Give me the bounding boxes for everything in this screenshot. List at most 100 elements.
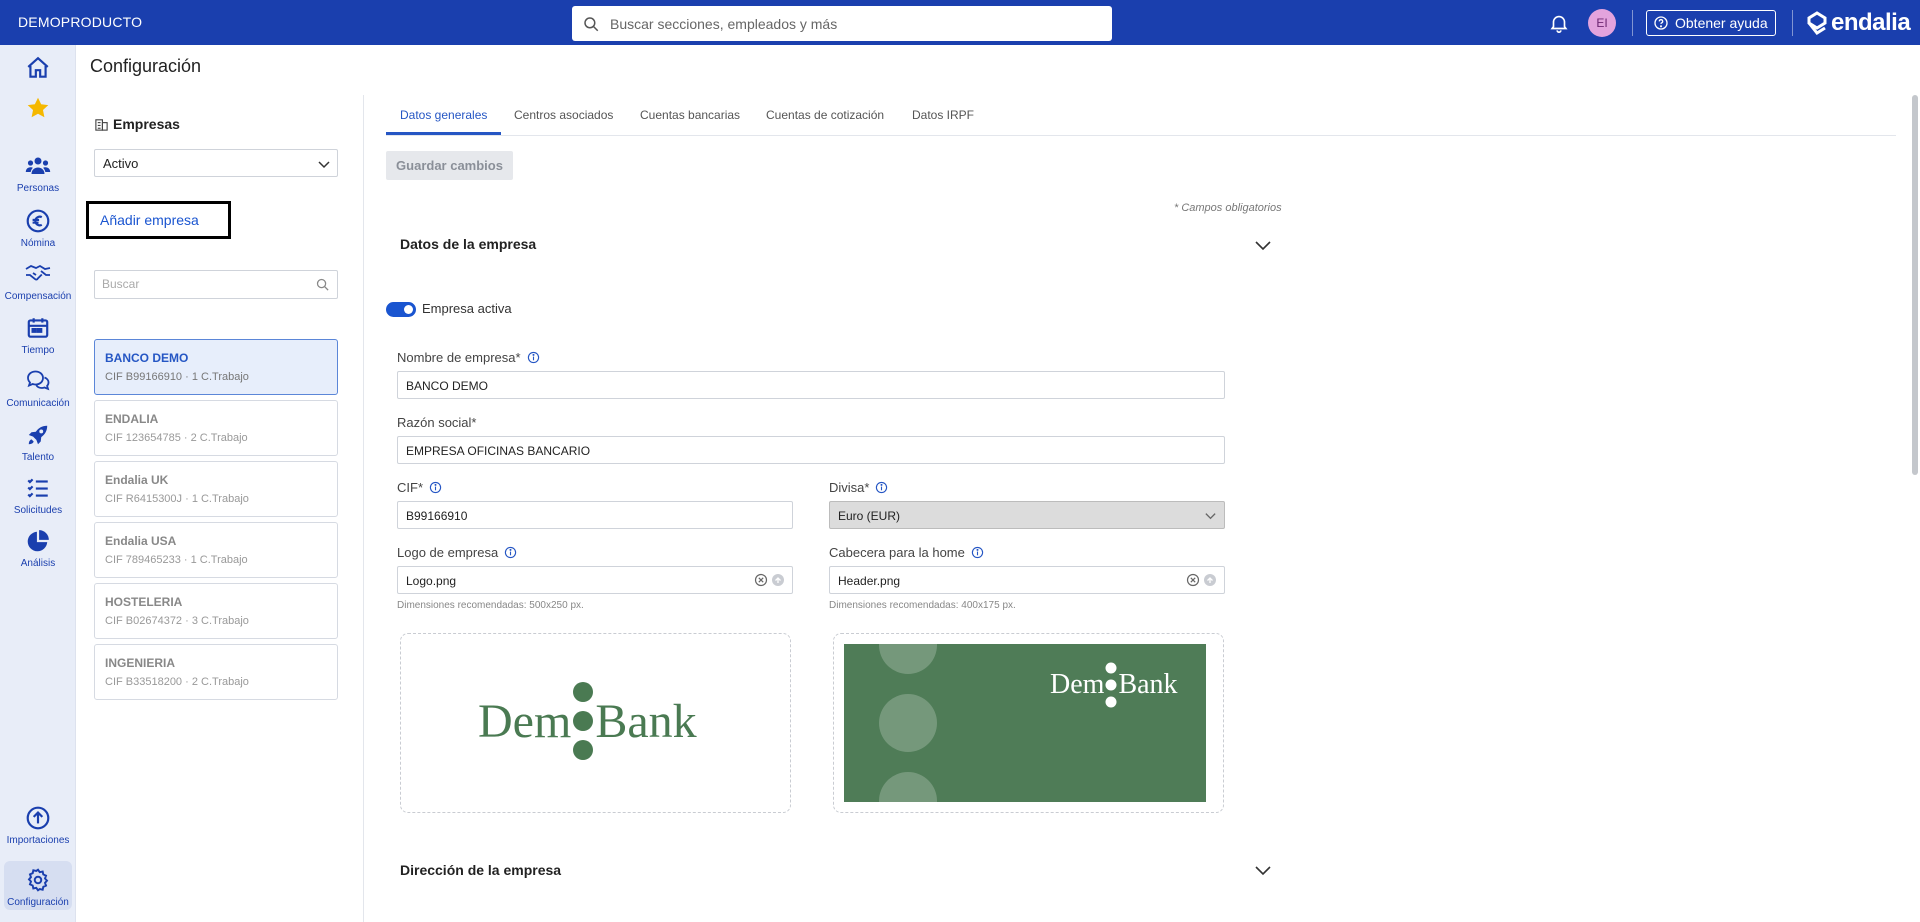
required-fields-note: * Campos obligatorios <box>1174 202 1282 214</box>
company-card[interactable]: HOSTELERIA CIF B02674372 · 3 C.Trabajo <box>94 583 338 639</box>
company-name[interactable]: DEMOPRODUCTO <box>18 14 142 30</box>
info-icon[interactable] <box>504 546 517 559</box>
add-company-button[interactable]: Añadir empresa <box>86 201 231 239</box>
header-file-field[interactable]: Header.png <box>829 566 1225 594</box>
upload-icon <box>26 806 50 830</box>
social-name-field[interactable]: EMPRESA OFICINAS BANCARIO <box>397 436 1225 464</box>
cif-field[interactable]: B99166910 <box>397 501 793 529</box>
header-logo-dots <box>1105 662 1117 708</box>
company-name-field[interactable]: BANCO DEMO <box>397 371 1225 399</box>
user-avatar[interactable]: EI <box>1588 9 1616 37</box>
global-search[interactable] <box>572 6 1112 41</box>
active-tab-indicator <box>386 132 501 135</box>
clear-icon[interactable] <box>754 573 768 587</box>
rail-compensacion[interactable]: Compensación <box>0 261 76 302</box>
chevron-down-icon[interactable] <box>1254 861 1272 879</box>
rail-comunicacion[interactable]: Comunicación <box>0 368 76 409</box>
bank-logo-dots <box>573 682 594 760</box>
rail-favorites[interactable] <box>0 95 76 121</box>
company-card[interactable]: Endalia USA CIF 789465233 · 1 C.Trabajo <box>94 522 338 578</box>
upload-icon[interactable] <box>771 573 785 587</box>
tab-datos-irpf[interactable]: Datos IRPF <box>912 108 974 122</box>
scrollbar[interactable] <box>1912 95 1918 475</box>
logo-file-field[interactable]: Logo.png <box>397 566 793 594</box>
handshake-icon <box>25 264 51 281</box>
company-search-input[interactable] <box>95 271 295 297</box>
section-title-address[interactable]: Dirección de la empresa <box>400 862 561 878</box>
rail-label: Talento <box>21 452 55 463</box>
rail-label: Personas <box>16 183 60 194</box>
header-preview: Dem Bank <box>833 633 1224 813</box>
divider <box>1792 10 1793 36</box>
rail-analisis[interactable]: Análisis <box>0 528 76 569</box>
companies-heading: Empresas <box>94 116 180 132</box>
rail-label: Solicitudes <box>13 505 63 516</box>
bank-logo-image: Dem Bank <box>478 682 697 760</box>
company-card-info: CIF 789465233 · 1 C.Trabajo <box>105 554 248 566</box>
upload-icon[interactable] <box>1203 573 1217 587</box>
company-card[interactable]: INGENIERIA CIF B33518200 · 2 C.Trabajo <box>94 644 338 700</box>
info-icon[interactable] <box>971 546 984 559</box>
chat-icon <box>27 370 50 391</box>
company-card-info: CIF B33518200 · 2 C.Trabajo <box>105 676 249 688</box>
social-name-label-text: Razón social* <box>397 415 477 430</box>
rail-solicitudes[interactable]: Solicitudes <box>0 475 76 516</box>
status-filter-select[interactable]: Activo <box>94 149 338 177</box>
rail-home[interactable] <box>0 55 76 81</box>
rail-label: Configuración <box>7 897 69 908</box>
rail-importaciones[interactable]: Importaciones <box>0 805 76 846</box>
active-toggle-label: Empresa activa <box>422 301 512 316</box>
rail-label: Comunicación <box>6 398 70 409</box>
decorative-circle <box>879 694 937 752</box>
tab-cuentas-bancarias[interactable]: Cuentas bancarias <box>640 108 740 122</box>
help-label: Obtener ayuda <box>1675 15 1768 31</box>
endalia-logo[interactable]: endalia <box>1806 8 1911 38</box>
company-card[interactable]: BANCO DEMO CIF B99166910 · 1 C.Trabajo <box>94 339 338 395</box>
save-button[interactable]: Guardar cambios <box>386 151 513 180</box>
rail-label: Nómina <box>20 238 56 249</box>
currency-select[interactable]: Euro (EUR) <box>829 501 1225 529</box>
company-search[interactable] <box>94 270 338 299</box>
home-icon <box>27 56 49 78</box>
chevron-down-icon <box>318 161 330 169</box>
logo-label: Logo de empresa <box>397 545 517 560</box>
rail-label: Compensación <box>4 291 72 302</box>
global-search-input[interactable] <box>610 15 1090 32</box>
company-name-label-text: Nombre de empresa* <box>397 350 521 365</box>
rail-talento[interactable]: Talento <box>0 422 76 463</box>
logo-file-name: Logo.png <box>406 574 457 588</box>
header-file-name: Header.png <box>838 574 901 588</box>
info-icon[interactable] <box>429 481 442 494</box>
tab-datos-generales[interactable]: Datos generales <box>400 108 487 122</box>
header-label-text: Cabecera para la home <box>829 545 965 560</box>
company-card[interactable]: ENDALIA CIF 123654785 · 2 C.Trabajo <box>94 400 338 456</box>
rail-nomina[interactable]: Nómina <box>0 208 76 249</box>
decorative-circle <box>879 644 937 674</box>
header-hint: Dimensiones recomendadas: 400x175 px. <box>829 600 1016 611</box>
calendar-icon <box>27 318 49 338</box>
rail-tiempo[interactable]: Tiempo <box>0 315 76 356</box>
tab-centros-asociados[interactable]: Centros asociados <box>514 108 613 122</box>
tab-cuentas-cotizacion[interactable]: Cuentas de cotización <box>766 108 884 122</box>
building-icon <box>95 118 108 131</box>
company-card-info: CIF 123654785 · 2 C.Trabajo <box>105 432 248 444</box>
search-icon[interactable] <box>315 277 330 292</box>
company-name-label: Nombre de empresa* <box>397 350 540 365</box>
status-filter-value: Activo <box>103 156 139 171</box>
section-title-company[interactable]: Datos de la empresa <box>400 236 536 252</box>
bell-icon[interactable] <box>1548 12 1570 34</box>
company-card[interactable]: Endalia UK CIF R6415300J · 1 C.Trabajo <box>94 461 338 517</box>
cif-label: CIF* <box>397 480 442 495</box>
info-icon[interactable] <box>527 351 540 364</box>
rail-configuracion[interactable]: Configuración <box>4 861 72 910</box>
company-card-name: HOSTELERIA <box>105 595 183 609</box>
currency-value: Euro (EUR) <box>838 509 901 523</box>
rail-personas[interactable]: Personas <box>0 153 76 194</box>
info-icon[interactable] <box>875 481 888 494</box>
clear-icon[interactable] <box>1186 573 1200 587</box>
active-toggle[interactable] <box>386 302 416 317</box>
chevron-down-icon[interactable] <box>1254 236 1272 254</box>
decorative-circle <box>879 772 937 802</box>
help-button[interactable]: Obtener ayuda <box>1646 10 1776 36</box>
logo-label-text: Logo de empresa <box>397 545 499 560</box>
